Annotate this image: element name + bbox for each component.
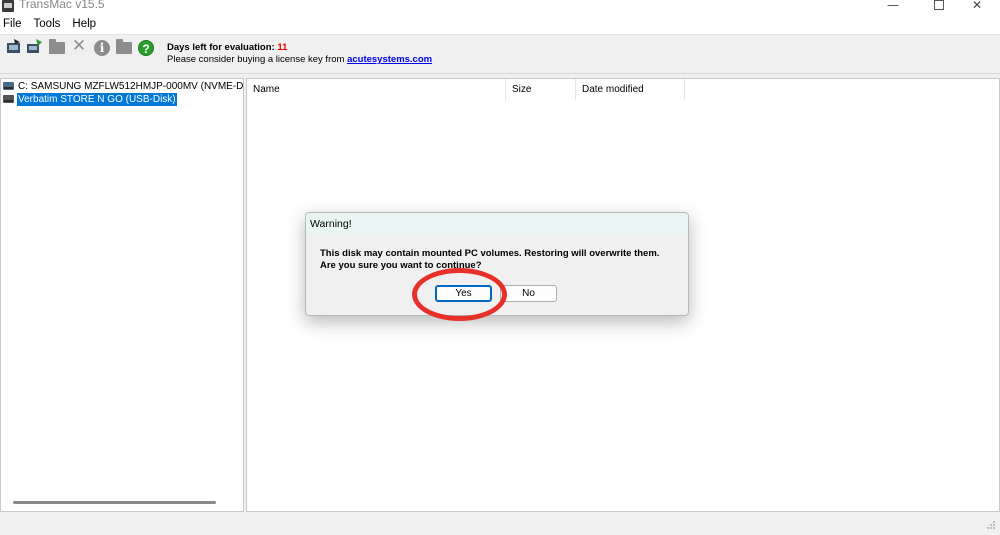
column-header-name[interactable]: Name bbox=[247, 79, 506, 100]
restore-disk-icon[interactable] bbox=[26, 39, 42, 55]
help-icon[interactable]: ? bbox=[138, 40, 154, 56]
maximize-icon bbox=[934, 0, 944, 10]
app-icon bbox=[2, 0, 14, 12]
minimize-button[interactable]: — bbox=[870, 0, 916, 14]
status-bar bbox=[0, 514, 1000, 535]
dialog-message-line2: Are you sure you want to continue? bbox=[320, 260, 482, 271]
open-disk-image-icon[interactable] bbox=[6, 39, 22, 55]
license-link[interactable]: acutesystems.com bbox=[347, 54, 432, 65]
license-notice: Please consider buying a license key fro… bbox=[167, 54, 432, 65]
delete-icon[interactable]: ✕ bbox=[71, 38, 87, 55]
menu-bar: File Tools Help bbox=[0, 16, 1000, 34]
tree-item-label: Verbatim STORE N GO (USB-Disk) bbox=[17, 93, 177, 106]
menu-file[interactable]: File bbox=[0, 16, 26, 34]
evaluation-label: Days left for evaluation: bbox=[167, 42, 275, 53]
horizontal-scrollbar[interactable] bbox=[13, 501, 216, 504]
warning-dialog: Warning! This disk may contain mounted P… bbox=[305, 212, 689, 316]
license-text: Please consider buying a license key fro… bbox=[167, 54, 345, 65]
new-folder-icon[interactable] bbox=[116, 39, 132, 54]
resize-grip-icon[interactable] bbox=[986, 520, 996, 530]
no-button[interactable]: No bbox=[500, 285, 557, 302]
close-icon: ✕ bbox=[971, 0, 983, 12]
tree-item-label: C: SAMSUNG MZFLW512HMJP-000MV (NVME-Di bbox=[18, 81, 244, 92]
hard-drive-icon bbox=[3, 82, 14, 90]
menu-help[interactable]: Help bbox=[69, 16, 100, 34]
column-header-date-modified[interactable]: Date modified bbox=[576, 79, 685, 100]
title-bar: TransMac v15.5 — ✕ bbox=[0, 0, 1000, 16]
usb-drive-icon bbox=[3, 95, 14, 103]
folder-icon[interactable] bbox=[49, 39, 65, 54]
toolbar: ✕ i ? Days left for evaluation: 11 Pleas… bbox=[0, 34, 1000, 74]
yes-button[interactable]: Yes bbox=[435, 285, 492, 302]
drive-tree[interactable]: C: SAMSUNG MZFLW512HMJP-000MV (NVME-Di V… bbox=[0, 78, 244, 512]
evaluation-notice: Days left for evaluation: 11 bbox=[167, 42, 287, 53]
evaluation-days: 11 bbox=[277, 42, 288, 53]
menu-tools[interactable]: Tools bbox=[31, 16, 65, 34]
dialog-message-line1: This disk may contain mounted PC volumes… bbox=[320, 248, 660, 259]
column-header-size[interactable]: Size bbox=[506, 79, 576, 100]
close-button[interactable]: ✕ bbox=[954, 0, 1000, 14]
window-title: TransMac v15.5 bbox=[19, 0, 105, 11]
dialog-title: Warning! bbox=[306, 213, 688, 235]
minimize-icon: — bbox=[887, 0, 899, 12]
info-icon[interactable]: i bbox=[94, 40, 110, 56]
